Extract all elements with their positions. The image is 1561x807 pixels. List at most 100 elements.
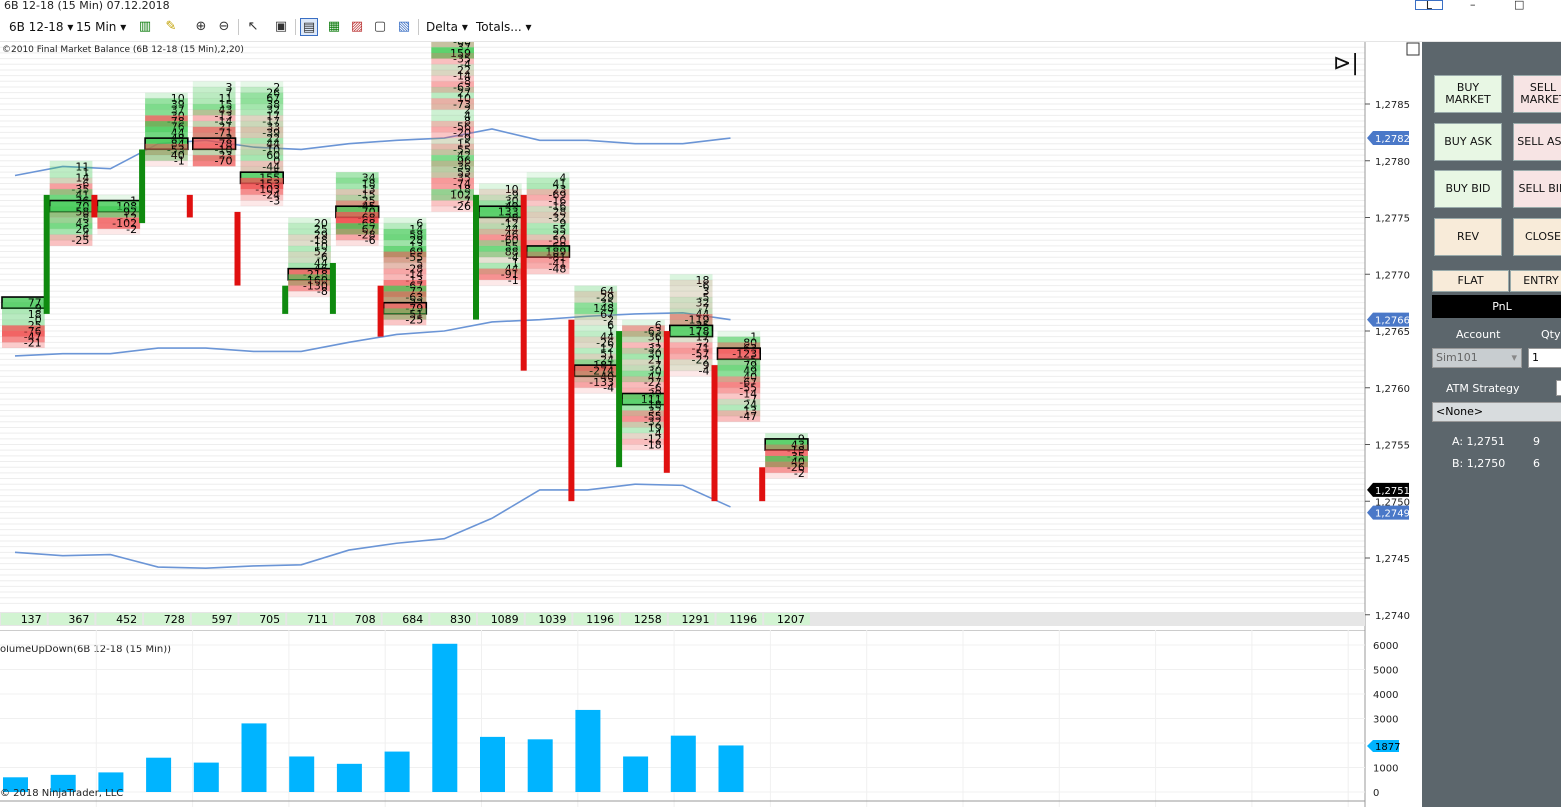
down-candle-body (186, 194, 193, 218)
footprint-value: -6 (365, 234, 376, 247)
price-tick-label: 1,2770 (1375, 270, 1410, 281)
chart-trader-panel: BUY MARKET SELL MARKET BUY ASK SELL ASK … (1422, 42, 1561, 807)
total-value: 708 (355, 613, 376, 626)
sell-ask-button[interactable]: SELL ASK (1513, 123, 1561, 161)
down-candle-body (568, 319, 575, 502)
down-candle-body (234, 211, 241, 286)
atm-checkbox[interactable] (1556, 380, 1561, 396)
restore-icon[interactable]: – (1470, 0, 1476, 10)
footprint-value: -4 (699, 365, 710, 378)
chart-toolbar: 6B 12-18 ▾ 15 Min ▾ ▥ ✎ ⊕ ⊖ ↖ ▣ ▤ ▦ ▨ ▢ … (0, 12, 1561, 42)
zoom-out-icon[interactable]: ⊖ (215, 18, 233, 36)
volume-bar (718, 745, 744, 792)
up-candle-body (43, 194, 50, 314)
close-position-button[interactable]: CLOSE (1513, 218, 1561, 256)
reverse-button[interactable]: REV (1434, 218, 1502, 256)
footprint-value: -8 (317, 285, 328, 298)
sell-bid-button[interactable]: SELL BID (1513, 170, 1561, 208)
price-marker-label: 1,2749 (1375, 509, 1410, 520)
total-value: 1291 (682, 613, 710, 626)
scroll-to-end-icon: ⊳| (1333, 51, 1359, 76)
pnl-display: PnL (1432, 295, 1561, 318)
price-marker-label: 1,2766 (1375, 316, 1410, 327)
volume-marker-label: 1877 (1375, 742, 1400, 753)
chart-options-icon (1406, 42, 1420, 56)
total-value: 705 (259, 613, 280, 626)
volume-bar (670, 735, 696, 792)
volume-bar (480, 736, 505, 792)
delta-label: Delta (426, 20, 459, 34)
bid-size: 6 (1533, 457, 1540, 470)
ask-size: 9 (1533, 435, 1540, 448)
up-candle-body (329, 262, 336, 314)
entry-button[interactable]: ENTRY (1510, 270, 1561, 292)
chart-trader-icon[interactable]: ▤ (300, 18, 318, 36)
buy-ask-button[interactable]: BUY ASK (1434, 123, 1502, 161)
total-value: 728 (164, 613, 185, 626)
volume-bar (575, 709, 601, 792)
drawing-tool-icon[interactable]: ✎ (162, 18, 180, 36)
minimize-icon[interactable]: L (1415, 0, 1443, 11)
footprint-value: -21 (24, 336, 42, 349)
footprint-column: 110892-12-102-2 (91, 194, 141, 236)
volume-tick-label: 0 (1373, 788, 1379, 799)
price-chart-panel[interactable]: 1,2785 1,2780 1,2775 1,2770 1,2765 1,2760 1,27… (0, 42, 1422, 630)
buy-bid-button[interactable]: BUY BID (1434, 170, 1502, 208)
volume-bar (336, 763, 362, 792)
instrument-selector[interactable]: 6B 12-18 ▾ (9, 18, 73, 36)
templates-icon[interactable]: ▧ (395, 18, 413, 36)
total-value: 452 (116, 613, 137, 626)
price-marker-label: 1,2751 (1375, 486, 1410, 497)
footprint-value: -2 (126, 223, 137, 236)
down-candle-body (759, 467, 766, 502)
down-candle-body (663, 331, 670, 473)
footprint-column: 77918025-76-47-21 (1, 296, 46, 349)
flat-button[interactable]: FLAT (1432, 270, 1509, 292)
properties-icon[interactable]: ▢ (371, 18, 389, 36)
account-label: Account (1456, 328, 1501, 341)
volume-bar (384, 751, 410, 792)
account-value: Sim101 (1436, 351, 1478, 364)
footprint-value: -26 (453, 200, 471, 213)
qty-input[interactable]: 1 (1528, 348, 1561, 368)
toolbar-divider (418, 19, 419, 35)
interval-selector[interactable]: 15 Min ▾ (76, 18, 126, 36)
volume-indicator-label: olumeUpDown(6B 12-18 (15 Min)) (0, 644, 171, 655)
price-tick-label: 1,2775 (1375, 214, 1410, 225)
price-tick-label: 1,2745 (1375, 554, 1410, 565)
maximize-icon[interactable]: □ (1514, 0, 1524, 10)
price-tick-label: 1,2780 (1375, 157, 1410, 168)
strategies-icon[interactable]: ▨ (348, 18, 366, 36)
footprint-column: 61458281369-555-28-14-13-6772-6322-7951-… (377, 217, 428, 337)
footprint-value: -4 (603, 382, 614, 395)
footprint-value: -1 (174, 155, 185, 168)
account-select[interactable]: Sim101 ▾ (1432, 348, 1522, 368)
delta-selector[interactable]: Delta ▾ (426, 18, 468, 36)
indicators-icon[interactable]: ▦ (325, 18, 343, 36)
volume-bar (146, 757, 172, 792)
up-candle-body (139, 149, 146, 224)
data-box-icon[interactable]: ▣ (272, 18, 290, 36)
zoom-in-icon[interactable]: ⊕ (192, 18, 210, 36)
buy-market-button[interactable]: BUY MARKET (1434, 75, 1502, 113)
up-candle-body (282, 285, 289, 314)
volume-tick-label: 3000 (1373, 715, 1398, 726)
total-value: 830 (450, 613, 471, 626)
bar-type-icon[interactable]: ▥ (136, 18, 154, 36)
atm-strategy-label: ATM Strategy (1446, 382, 1520, 395)
qty-label: Qty (1541, 328, 1561, 341)
price-tick-label: 1,2785 (1375, 100, 1410, 111)
footprint-value: -25 (405, 314, 423, 327)
price-tick-label: 1,2765 (1375, 327, 1410, 338)
down-candle-body (377, 285, 384, 337)
copyright-text: © 2018 NinjaTrader, LLC (0, 788, 124, 799)
price-tick-label: 1,2755 (1375, 441, 1410, 452)
totals-selector[interactable]: Totals... ▾ (476, 18, 532, 36)
volume-panel[interactable]: olumeUpDown(6B 12-18 (15 Min)) 6000 5000 40… (0, 630, 1422, 807)
sell-market-button[interactable]: SELL MARKET (1513, 75, 1561, 113)
pointer-icon[interactable]: ↖ (244, 18, 262, 36)
footprint-column: -6037159-35-422-14-8-632710-73248-56-20-… (431, 42, 474, 213)
total-value: 137 (21, 613, 42, 626)
footprint-value: -48 (548, 262, 566, 275)
atm-strategy-select[interactable]: <None> (1432, 402, 1561, 422)
